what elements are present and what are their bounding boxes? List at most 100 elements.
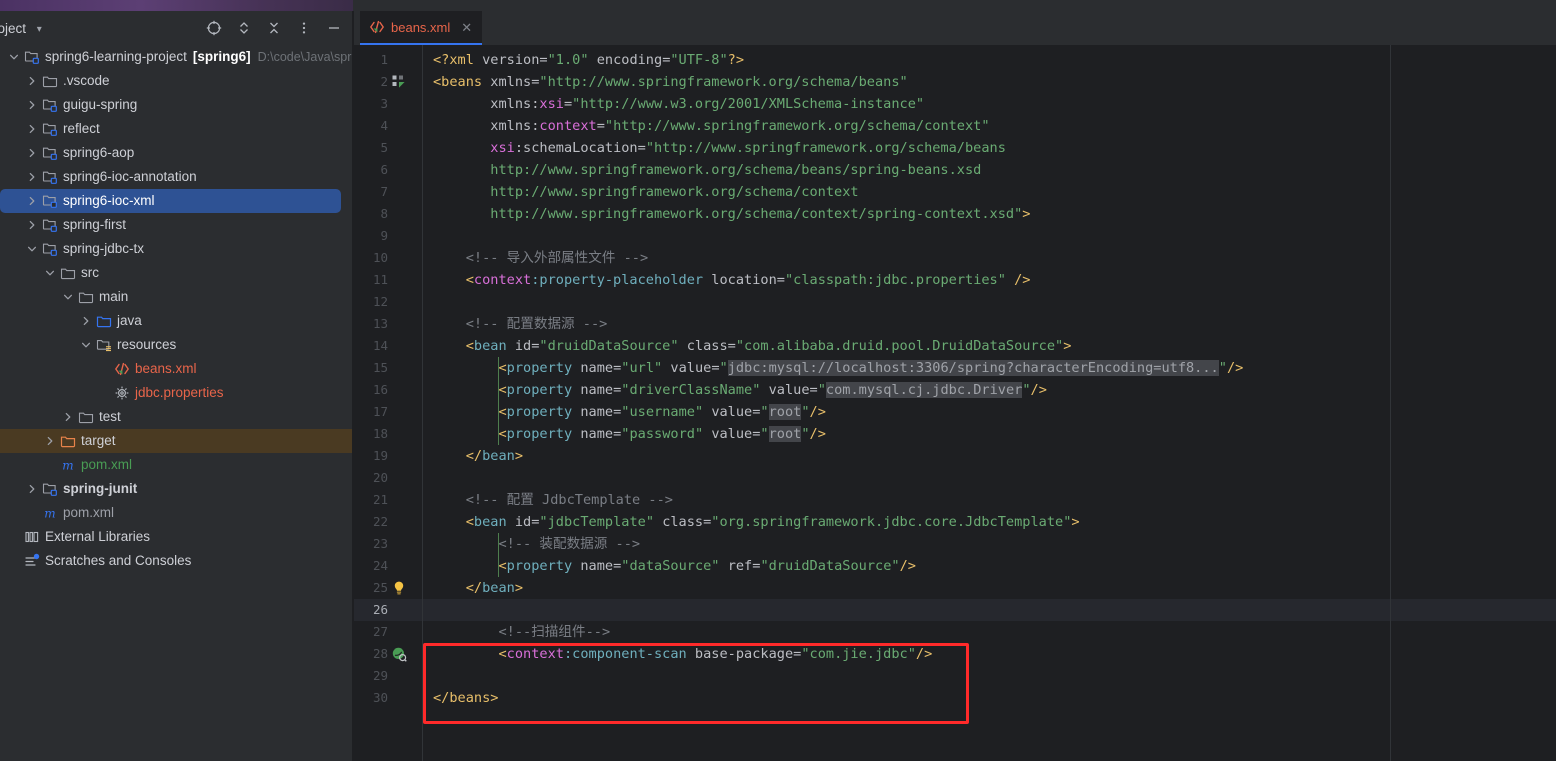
code-line[interactable]: </bean> — [423, 445, 1556, 467]
code-line[interactable] — [423, 665, 1556, 687]
chevron-right-icon[interactable] — [44, 435, 56, 447]
code-line[interactable]: <?xml version="1.0" encoding="UTF-8"?> — [423, 49, 1556, 71]
code-line[interactable]: <context:property-placeholder location="… — [423, 269, 1556, 291]
hide-panel-icon[interactable] — [326, 20, 342, 36]
tree-item-spring6-learning-project[interactable]: spring6-learning-project [spring6] D:\code… — [0, 45, 352, 69]
code-line[interactable]: http://www.springframework.org/schema/be… — [423, 159, 1556, 181]
module-folder-icon — [42, 97, 58, 113]
line-number: 17 — [372, 404, 388, 419]
code-line[interactable]: xmlns:xsi="http://www.w3.org/2001/XMLSch… — [423, 93, 1556, 115]
code-line[interactable]: <property name="url" value="jdbc:mysql:/… — [423, 357, 1556, 379]
code-line[interactable]: http://www.springframework.org/schema/co… — [423, 203, 1556, 225]
code-line[interactable]: <!-- 配置数据源 --> — [423, 313, 1556, 335]
chevron-right-icon[interactable] — [62, 411, 74, 423]
chevron-right-icon[interactable] — [26, 99, 38, 111]
code-line[interactable]: </beans> — [423, 687, 1556, 709]
editor-tab-beans-xml[interactable]: beans.xml ✕ — [360, 11, 483, 45]
chevron-down-icon[interactable] — [80, 339, 92, 351]
chevron-right-icon[interactable] — [26, 195, 38, 207]
code-line[interactable]: <bean id="druidDataSource" class="com.al… — [423, 335, 1556, 357]
tree-item-main[interactable]: main — [0, 285, 352, 309]
code-line[interactable]: <!-- 导入外部属性文件 --> — [423, 247, 1556, 269]
code-line[interactable]: xmlns:context="http://www.springframewor… — [423, 115, 1556, 137]
code-line[interactable]: <context:component-scan base-package="co… — [423, 643, 1556, 665]
tree-item-jdbc-properties[interactable]: jdbc.properties — [0, 381, 352, 405]
tree-item-spring6-aop[interactable]: spring6-aop — [0, 141, 352, 165]
tree-item-spring6-ioc-annotation[interactable]: spring6-ioc-annotation — [0, 165, 352, 189]
tree-item-pom-xml[interactable]: m pom.xml — [0, 453, 352, 477]
chevron-right-icon[interactable] — [26, 171, 38, 183]
tree-item-resources[interactable]: resources — [0, 333, 352, 357]
chevron-right-icon[interactable] — [26, 75, 38, 87]
code-line[interactable]: xsi:schemaLocation="http://www.springfra… — [423, 137, 1556, 159]
tree-item-external-libraries[interactable]: External Libraries — [0, 525, 352, 549]
module-folder-icon — [42, 217, 58, 233]
code-line[interactable]: <!--扫描组件--> — [423, 621, 1556, 643]
close-icon[interactable]: ✕ — [461, 21, 472, 34]
project-panel-title[interactable]: roject ▾ — [0, 21, 42, 36]
chevron-down-icon[interactable] — [8, 51, 20, 63]
code-line[interactable] — [423, 291, 1556, 313]
line-number: 20 — [372, 470, 388, 485]
code-token: < — [433, 558, 507, 574]
chevron-right-icon[interactable] — [26, 219, 38, 231]
tree-item-pom-xml[interactable]: m pom.xml — [0, 501, 352, 525]
code-line[interactable]: <bean id="jdbcTemplate" class="org.sprin… — [423, 511, 1556, 533]
code-token: = — [776, 272, 785, 288]
code-token: </ — [433, 690, 450, 706]
code-line[interactable] — [423, 467, 1556, 489]
code-line[interactable]: </bean> — [423, 577, 1556, 599]
tree-item-guigu-spring[interactable]: guigu-spring — [0, 93, 352, 117]
tree-item-test[interactable]: test — [0, 405, 352, 429]
chevron-right-icon[interactable] — [26, 147, 38, 159]
tree-item-java[interactable]: java — [0, 309, 352, 333]
tree-item-target[interactable]: target — [0, 429, 352, 453]
tree-item-scratches-and-consoles[interactable]: Scratches and Consoles — [0, 549, 352, 573]
code-line[interactable]: http://www.springframework.org/schema/co… — [423, 181, 1556, 203]
tree-item-beans-xml[interactable]: beans.xml — [0, 357, 352, 381]
chevron-down-icon[interactable] — [44, 267, 56, 279]
tree-item-spring6-ioc-xml[interactable]: spring6-ioc-xml — [0, 189, 341, 213]
code-line[interactable]: <beans xmlns="http://www.springframework… — [423, 71, 1556, 93]
code-line[interactable]: <property name="password" value="root"/> — [423, 423, 1556, 445]
code-line[interactable]: <property name="username" value="root"/> — [423, 401, 1556, 423]
tree-item-src[interactable]: src — [0, 261, 352, 285]
tree-item--vscode[interactable]: .vscode — [0, 69, 352, 93]
select-opened-file-icon[interactable] — [206, 20, 222, 36]
code-token: "jdbcTemplate" — [539, 514, 654, 530]
chevron-down-icon[interactable] — [62, 291, 74, 303]
expand-collapse-icon[interactable] — [236, 20, 252, 36]
code-token: "driverClassName" — [621, 382, 761, 398]
tree-item-reflect[interactable]: reflect — [0, 117, 352, 141]
folder-icon — [78, 409, 94, 425]
code-content[interactable]: <?xml version="1.0" encoding="UTF-8"?> <b… — [423, 45, 1556, 761]
code-line[interactable]: <property name="driverClassName" value="… — [423, 379, 1556, 401]
code-line[interactable]: <!-- 装配数据源 --> — [423, 533, 1556, 555]
spring-bean-icon[interactable] — [391, 646, 407, 662]
xml-schema-icon[interactable] — [391, 74, 407, 90]
intention-bulb-icon[interactable] — [391, 580, 407, 596]
code-token: < — [433, 382, 507, 398]
tree-item-spring-first[interactable]: spring-first — [0, 213, 352, 237]
chevron-right-icon[interactable] — [26, 483, 38, 495]
chevron-right-icon[interactable] — [80, 315, 92, 327]
code-line[interactable]: <!-- 配置 JdbcTemplate --> — [423, 489, 1556, 511]
code-token: <!-- 导入外部属性文件 --> — [433, 250, 649, 266]
code-line[interactable] — [423, 225, 1556, 247]
tree-item-spring-jdbc-tx[interactable]: spring-jdbc-tx — [0, 237, 352, 261]
chevron-down-icon[interactable] — [26, 243, 38, 255]
code-editor[interactable]: 1 2 3 4 5 6 7 8 9 10 11 12 13 14 15 16 17 18 19 20 21 22 23 24 2… — [354, 45, 1556, 761]
more-options-icon[interactable] — [296, 20, 312, 36]
tree-item-path: D:\code\Java\spr — [257, 50, 352, 64]
tree-item-spring-junit[interactable]: spring-junit — [0, 477, 352, 501]
project-tree[interactable]: spring6-learning-project [spring6] D:\code… — [0, 45, 352, 761]
code-token: = — [596, 118, 605, 134]
editor-gutter[interactable]: 1 2 3 4 5 6 7 8 9 10 11 12 13 14 15 16 17 18 19 20 21 22 23 24 2… — [354, 45, 422, 761]
chevron-right-icon[interactable] — [26, 123, 38, 135]
code-line[interactable] — [423, 599, 1556, 621]
collapse-all-icon[interactable] — [266, 20, 282, 36]
code-line[interactable]: <property name="dataSource" ref="druidDa… — [423, 555, 1556, 577]
